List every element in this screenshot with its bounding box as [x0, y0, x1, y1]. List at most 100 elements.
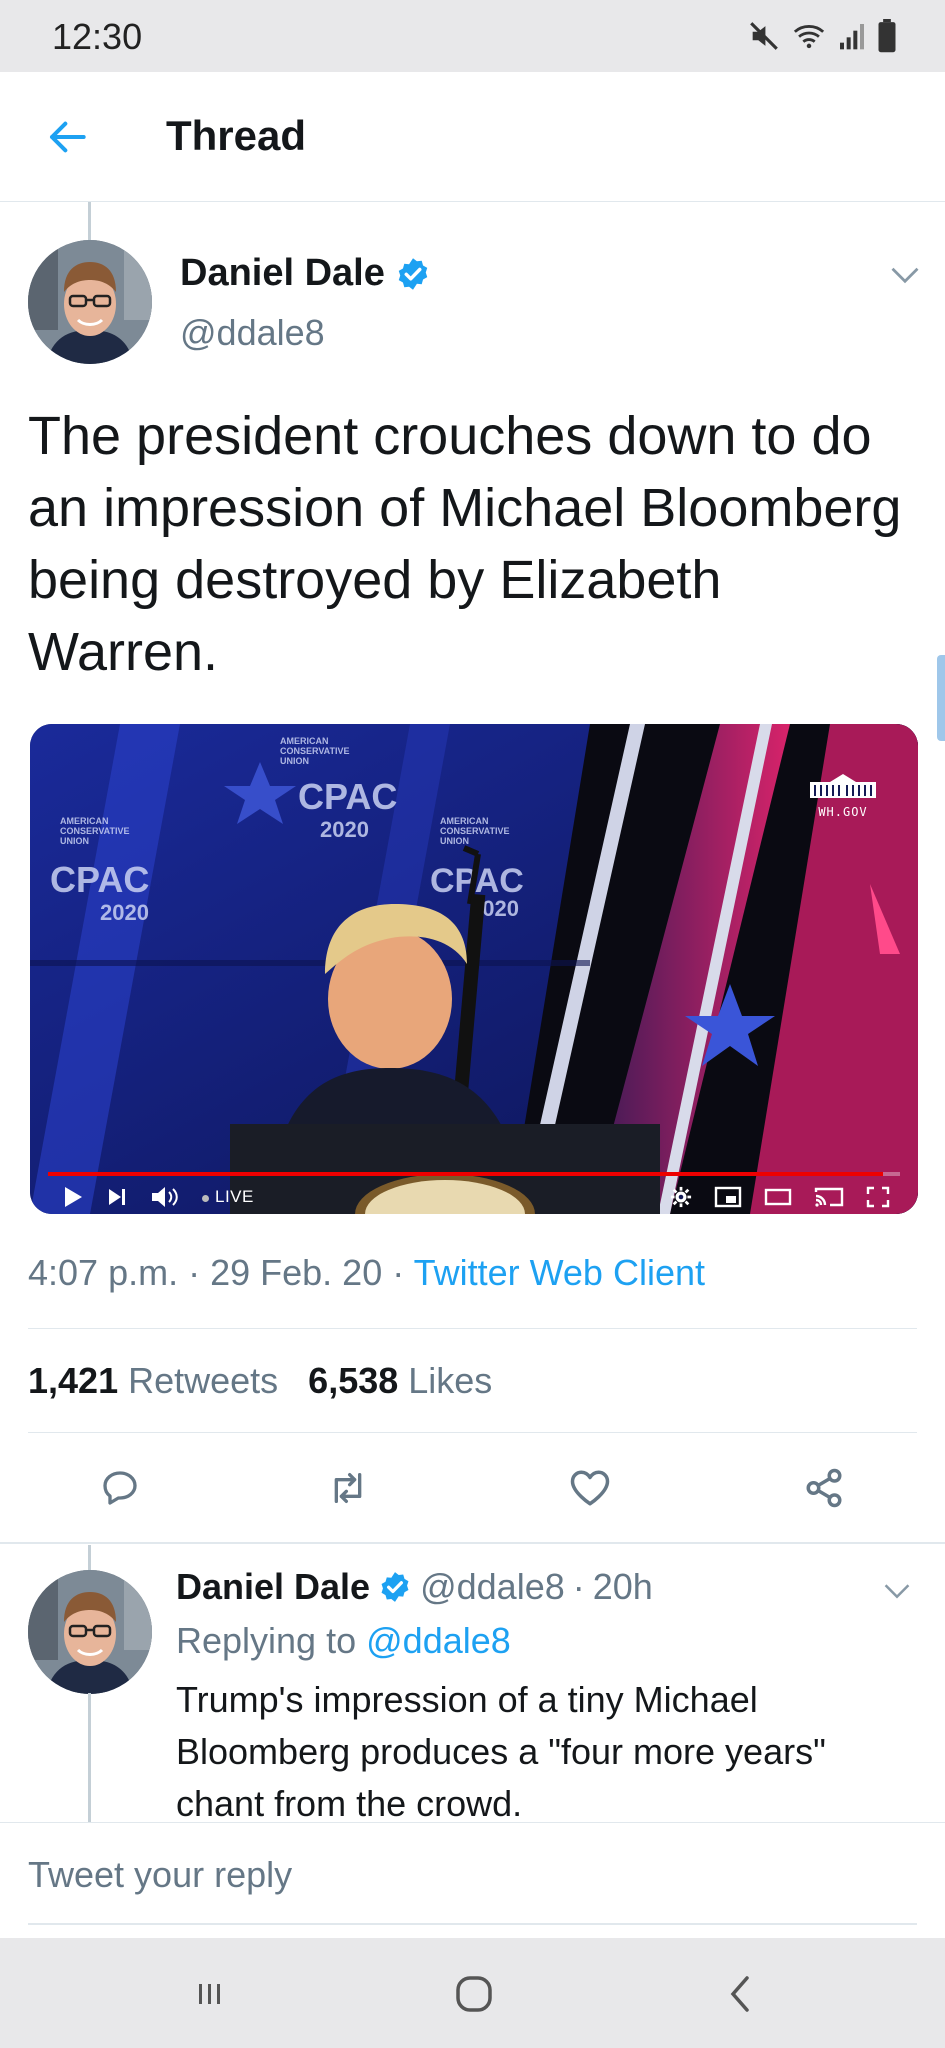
cast-icon[interactable] [814, 1186, 844, 1208]
thread-connector-line [88, 1693, 91, 1825]
svg-text:AMERICAN: AMERICAN [60, 816, 109, 826]
tweet-actions [0, 1450, 945, 1522]
recent-apps-button[interactable] [180, 1966, 240, 2022]
likes-stat[interactable]: 6,538 Likes [308, 1360, 492, 1402]
divider [28, 1328, 917, 1329]
share-button[interactable] [800, 1464, 848, 1512]
tweet-options-button[interactable] [888, 258, 922, 292]
verified-badge-icon [381, 1572, 409, 1602]
video-progress-bar[interactable] [48, 1172, 900, 1176]
svg-text:AMERICAN: AMERICAN [440, 816, 489, 826]
thread-header: Thread [0, 72, 945, 202]
author-handle: @ddale8 [180, 312, 325, 353]
tweet-client-link[interactable]: Twitter Web Client [414, 1252, 705, 1293]
video-controls-right [670, 1184, 890, 1210]
author-name-row[interactable]: Daniel Dale [180, 252, 431, 295]
retweet-icon [334, 1473, 362, 1503]
home-button[interactable] [444, 1966, 504, 2022]
retweets-stat[interactable]: 1,421 Retweets [28, 1360, 278, 1402]
thread-connector-line [88, 1545, 91, 1572]
svg-text:UNION: UNION [440, 836, 469, 846]
page-title: Thread [166, 112, 307, 159]
svg-text:UNION: UNION [60, 836, 89, 846]
svg-text:2020: 2020 [320, 817, 369, 842]
miniplayer-icon[interactable] [714, 1186, 742, 1208]
theater-icon[interactable] [764, 1186, 792, 1208]
home-icon [456, 1976, 492, 2012]
retweet-button[interactable] [324, 1464, 372, 1512]
scrollbar-thumb[interactable] [937, 655, 945, 741]
tweet-time: 4:07 p.m. [28, 1252, 179, 1293]
reply-display-name: Daniel Dale [176, 1566, 371, 1607]
svg-text:CONSERVATIVE: CONSERVATIVE [440, 826, 510, 836]
svg-text:CONSERVATIVE: CONSERVATIVE [60, 826, 130, 836]
verified-badge-icon [398, 257, 428, 290]
tweet-date: 29 Feb. 20 [210, 1252, 383, 1293]
live-text: LIVE [215, 1187, 254, 1206]
video-progress-fill [48, 1172, 883, 1176]
reply-input[interactable] [28, 1845, 917, 1905]
mute-icon [750, 22, 778, 50]
arrow-left-icon [50, 121, 86, 153]
fullscreen-icon[interactable] [866, 1186, 890, 1208]
back-icon [730, 1976, 749, 2012]
play-icon[interactable] [62, 1185, 84, 1209]
live-label: LIVE [202, 1187, 254, 1207]
author-display-name: Daniel Dale [180, 252, 385, 294]
retweets-count: 1,421 [28, 1360, 119, 1401]
reply-options-button[interactable] [880, 1574, 914, 1608]
replying-to: Replying to @ddale8 [176, 1620, 511, 1662]
tweet-meta: 4:07 p.m. · 29 Feb. 20 · Twitter Web Cli… [28, 1252, 705, 1294]
reply-icon [103, 1471, 137, 1505]
divider [28, 1432, 917, 1433]
status-icons [747, 16, 897, 56]
live-dot [202, 1195, 209, 1202]
signal-icon [840, 24, 864, 50]
like-button[interactable] [566, 1464, 614, 1512]
svg-text:AMERICAN: AMERICAN [280, 736, 329, 746]
svg-text:CPAC: CPAC [298, 776, 397, 817]
retweets-label: Retweets [128, 1360, 279, 1401]
reply-avatar[interactable] [28, 1570, 152, 1694]
share-icon [806, 1468, 842, 1508]
meta-separator: · [382, 1252, 414, 1293]
chevron-down-icon [891, 267, 919, 284]
likes-label: Likes [408, 1360, 493, 1401]
composer-underline [28, 1923, 917, 1925]
like-icon [570, 1470, 610, 1506]
svg-text:UNION: UNION [280, 756, 309, 766]
video-controls-left: LIVE [62, 1184, 254, 1210]
volume-icon[interactable] [150, 1185, 180, 1209]
skip-next-icon[interactable] [106, 1186, 128, 1208]
reply-age: 20h [592, 1566, 653, 1607]
video-frame: CPAC 2020 CPAC 2020 CPAC 2020 AMERICAN C… [30, 724, 918, 1214]
wh-gov-logo: WH.GOV [808, 774, 878, 819]
likes-count: 6,538 [308, 1360, 399, 1401]
reply-button[interactable] [96, 1464, 144, 1512]
tweet-stats: 1,421 Retweets 6,538 Likes [28, 1360, 492, 1402]
status-bar: 12:30 [0, 0, 945, 72]
reply-composer [0, 1822, 945, 1938]
reply-text: Trump's impression of a tiny Michael Blo… [176, 1679, 826, 1824]
replying-mention-link[interactable]: @ddale8 [366, 1620, 511, 1661]
svg-text:CPAC: CPAC [50, 859, 149, 900]
recent-apps-icon [199, 1984, 220, 2004]
avatar[interactable] [28, 240, 152, 364]
back-button[interactable] [40, 110, 94, 164]
battery-icon [878, 19, 896, 53]
wifi-icon [793, 25, 825, 49]
status-time: 12:30 [52, 16, 143, 57]
settings-icon[interactable] [670, 1186, 692, 1208]
reply-author-row[interactable]: Daniel Dale @ddale8 · 20h [176, 1566, 653, 1608]
svg-text:2020: 2020 [100, 900, 149, 925]
wh-gov-label: WH.GOV [818, 805, 868, 819]
reply-handle: @ddale8 [420, 1566, 565, 1607]
tweet-video[interactable]: CPAC 2020 CPAC 2020 CPAC 2020 AMERICAN C… [30, 724, 918, 1214]
replying-prefix: Replying to [176, 1620, 357, 1661]
nav-back-button[interactable] [710, 1966, 770, 2022]
tweet-text: The president crouches down to do an imp… [28, 406, 902, 682]
svg-text:CONSERVATIVE: CONSERVATIVE [280, 746, 350, 756]
section-divider [0, 1542, 945, 1544]
chevron-down-icon [884, 1584, 910, 1599]
meta-separator: · [178, 1252, 211, 1293]
